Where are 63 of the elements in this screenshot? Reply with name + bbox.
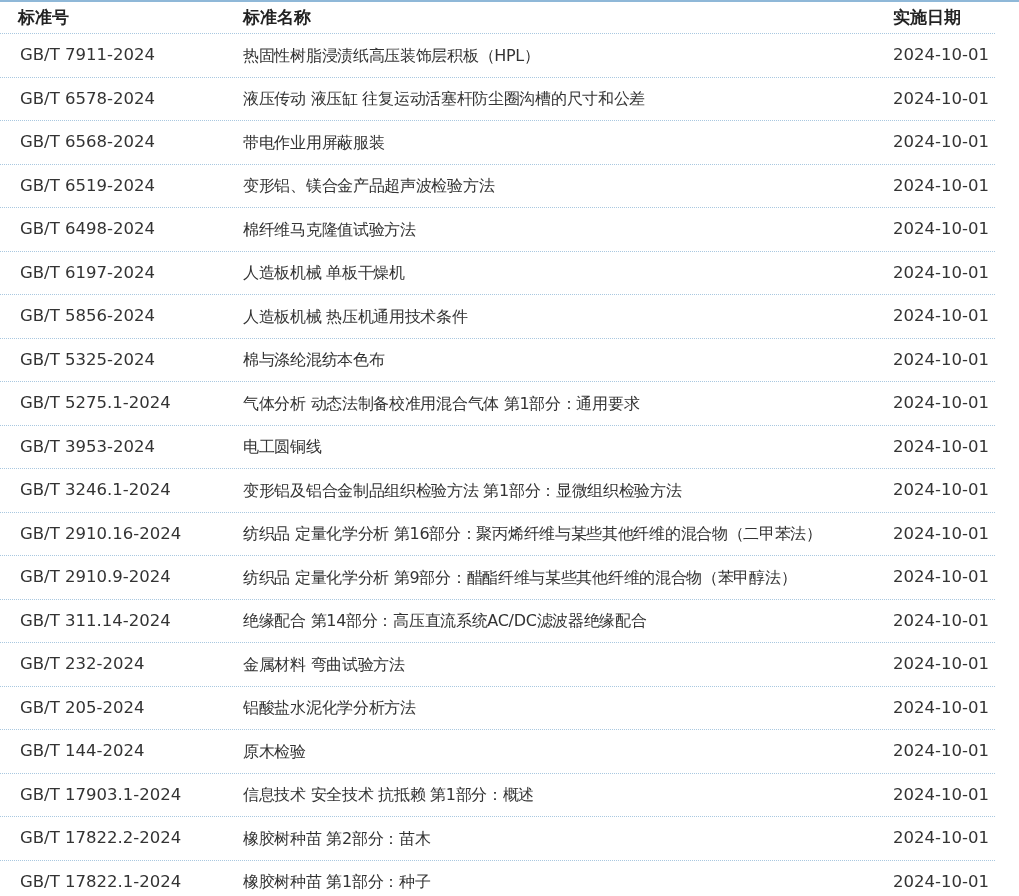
effective-date: 2024-10-01 [893,262,990,283]
effective-date: 2024-10-01 [893,349,990,370]
standard-number: GB/T 6578-2024 [19,88,156,109]
column-header: 实施日期 [893,6,962,29]
standard-name: 变形铝及铝合金制品组织检验方法 第1部分：显微组织检验方法 [243,480,683,500]
effective-date: 2024-10-01 [893,88,990,109]
effective-date: 2024-10-01 [893,132,990,153]
standard-number: GB/T 5856-2024 [19,306,156,327]
standard-name: 信息技术 安全技术 抗抵赖 第1部分：概述 [243,785,536,805]
standard-number: GB/T 6197-2024 [19,262,156,283]
standard-name: 绝缘配合 第14部分：高压直流系统AC/DC滤波器绝缘配合 [243,611,648,631]
standard-number: GB/T 6568-2024 [19,132,156,153]
effective-date: 2024-10-01 [893,697,990,718]
effective-date: 2024-10-01 [893,45,990,66]
standard-number: GB/T 6498-2024 [19,219,156,240]
standard-name: 棉纤维马克隆值试验方法 [243,219,417,239]
effective-date: 2024-10-01 [893,741,990,762]
effective-date: 2024-10-01 [893,567,990,588]
standard-number: GB/T 6519-2024 [19,175,156,196]
standard-name: 纺织品 定量化学分析 第16部分：聚丙烯纤维与某些其他纤维的混合物（二甲苯法） [243,524,823,544]
standard-number: GB/T 144-2024 [19,741,146,762]
column-header: 标准号 [16,6,70,29]
standard-number: GB/T 3246.1-2024 [19,480,172,501]
effective-date: 2024-10-01 [893,219,990,240]
effective-date: 2024-10-01 [893,784,990,805]
standard-name: 带电作业用屏蔽服装 [243,132,386,152]
standard-name: 棉与涤纶混纺本色布 [243,350,386,370]
standard-name: 纺织品 定量化学分析 第9部分：醋酯纤维与某些其他纤维的混合物（苯甲醇法） [243,567,798,587]
standard-number: GB/T 205-2024 [19,697,146,718]
standard-number: GB/T 7911-2024 [19,45,156,66]
standard-number: GB/T 17822.1-2024 [19,871,183,892]
effective-date: 2024-10-01 [893,480,990,501]
effective-date: 2024-10-01 [893,175,990,196]
standard-number: GB/T 17822.2-2024 [19,828,183,849]
standard-number: GB/T 17903.1-2024 [19,784,183,805]
standard-number: GB/T 2910.16-2024 [19,523,183,544]
standard-number: GB/T 2910.9-2024 [19,567,172,588]
standard-name: 金属材料 弯曲试验方法 [243,654,406,674]
column-header: 标准名称 [243,6,312,29]
standard-name: 变形铝、镁合金产品超声波检验方法 [243,176,496,196]
effective-date: 2024-10-01 [893,523,990,544]
standard-name: 人造板机械 热压机通用技术条件 [243,306,469,326]
standard-name: 橡胶树种苗 第2部分：苗木 [243,828,432,848]
standard-number: GB/T 311.14-2024 [19,610,172,631]
standard-name: 橡胶树种苗 第1部分：种子 [243,872,432,892]
standard-name: 电工圆铜线 [243,437,323,457]
standard-number: GB/T 3953-2024 [19,436,156,457]
standard-name: 热固性树脂浸渍纸高压装饰层积板（HPL） [243,45,541,65]
standard-name: 液压传动 液压缸 往复运动活塞杆防尘圈沟槽的尺寸和公差 [243,89,647,109]
standard-name: 铝酸盐水泥化学分析方法 [243,698,417,718]
standard-name: 原木检验 [243,741,307,761]
effective-date: 2024-10-01 [893,654,990,675]
effective-date: 2024-10-01 [893,436,990,457]
effective-date: 2024-10-01 [893,393,990,414]
standard-name: 气体分析 动态法制备校准用混合气体 第1部分：通用要求 [243,393,641,413]
effective-date: 2024-10-01 [893,871,990,892]
standard-name: 人造板机械 单板干燥机 [243,263,406,283]
effective-date: 2024-10-01 [893,610,990,631]
effective-date: 2024-10-01 [893,828,990,849]
standard-number: GB/T 5325-2024 [19,349,156,370]
standard-number: GB/T 5275.1-2024 [19,393,172,414]
effective-date: 2024-10-01 [893,306,990,327]
standard-number: GB/T 232-2024 [19,654,146,675]
